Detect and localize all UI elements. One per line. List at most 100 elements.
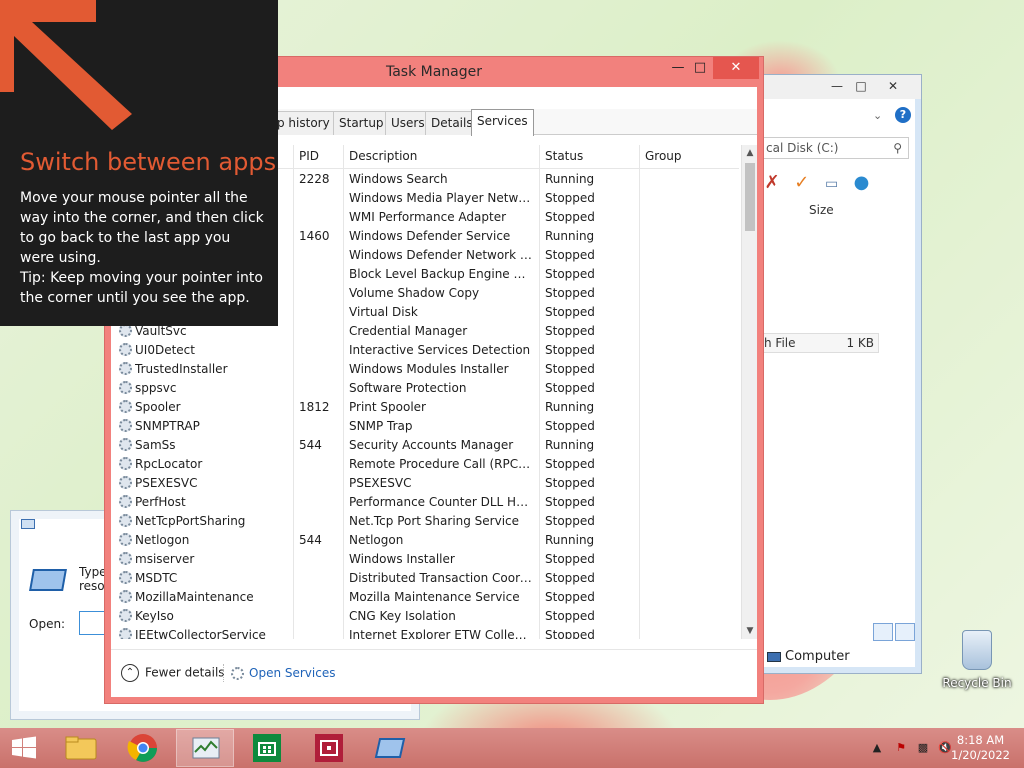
windows-logo-icon <box>12 736 36 759</box>
computer-label: Computer <box>785 649 850 664</box>
clock[interactable]: 8:18 AM 1/20/2022 <box>951 733 1010 763</box>
service-name: Spooler <box>135 400 181 414</box>
properties-icon[interactable]: ▭ <box>819 172 845 196</box>
store-icon <box>253 734 281 762</box>
table-row[interactable]: PerfHost Performance Counter DLL Host Stop… <box>111 493 739 512</box>
file-row[interactable]: h File 1 KB <box>759 333 879 353</box>
address-bar[interactable]: cal Disk (C:) ⚲ <box>759 137 909 159</box>
minimize-button[interactable]: — <box>825 77 849 95</box>
address-text: cal Disk (C:) <box>766 141 839 155</box>
file-explorer-window[interactable]: — □ ✕ ⌄ ? cal Disk (C:) ⚲ ✗ ✓ ▭ ● Size h… <box>750 74 922 674</box>
service-status: Stopped <box>545 362 595 376</box>
open-services-link[interactable]: Open Services <box>231 666 335 680</box>
close-button[interactable]: ✕ <box>881 77 905 95</box>
service-name: PerfHost <box>135 495 186 509</box>
table-row[interactable]: KeyIso CNG Key Isolation Stopped <box>111 607 739 626</box>
service-status: Stopped <box>545 267 595 281</box>
table-row[interactable]: Netlogon 544 Netlogon Running <box>111 531 739 550</box>
table-row[interactable]: SNMPTRAP SNMP Trap Stopped <box>111 417 739 436</box>
close-button[interactable]: ✕ <box>713 57 759 79</box>
taskbar-media-app[interactable] <box>300 729 358 767</box>
service-name: IEEtwCollectorService <box>135 628 266 639</box>
open-services-label: Open Services <box>249 666 336 680</box>
service-gear-icon <box>119 514 132 527</box>
column-header-status[interactable]: Status <box>545 149 583 163</box>
explorer-titlebar[interactable]: — □ ✕ <box>751 75 921 99</box>
service-status: Running <box>545 438 595 452</box>
column-header-size[interactable]: Size <box>809 203 834 217</box>
table-row[interactable]: SamSs 544 Security Accounts Manager Running <box>111 436 739 455</box>
service-name: MSDTC <box>135 571 178 585</box>
table-row[interactable]: Spooler 1812 Print Spooler Running <box>111 398 739 417</box>
service-name: VaultSvc <box>135 324 187 338</box>
taskbar-chrome[interactable] <box>114 729 172 767</box>
service-name: KeyIso <box>135 609 174 623</box>
task-manager-icon <box>192 737 220 759</box>
globe-icon[interactable]: ● <box>848 171 874 195</box>
table-row[interactable]: UI0Detect Interactive Services Detection S… <box>111 341 739 360</box>
service-gear-icon <box>119 419 132 432</box>
table-row[interactable]: MozillaMaintenance Mozilla Maintenance Se… <box>111 588 739 607</box>
gear-icon <box>231 667 244 680</box>
network-icon[interactable]: ▩ <box>916 741 930 755</box>
help-icon[interactable]: ? <box>895 107 911 123</box>
checkmark-icon[interactable]: ✓ <box>789 171 815 195</box>
taskbar-file-explorer[interactable] <box>52 729 110 767</box>
table-row[interactable]: NetTcpPortSharing Net.Tcp Port Sharing Se… <box>111 512 739 531</box>
show-hidden-icons-icon[interactable]: ▲ <box>870 741 884 755</box>
maximize-button[interactable]: □ <box>849 77 873 95</box>
table-row[interactable]: MSDTC Distributed Transaction Coordin... S… <box>111 569 739 588</box>
recycle-bin[interactable]: Recycle Bin <box>942 630 1012 690</box>
taskbar-run[interactable] <box>362 729 420 767</box>
service-status: Stopped <box>545 590 595 604</box>
scroll-thumb[interactable] <box>745 163 755 231</box>
table-row[interactable]: PSEXESVC PSEXESVC Stopped <box>111 474 739 493</box>
recycle-bin-label: Recycle Bin <box>942 676 1012 690</box>
table-row[interactable]: sppsvc Software Protection Stopped <box>111 379 739 398</box>
tip-hint: Tip: Keep moving your pointer into the c… <box>20 270 263 306</box>
table-row[interactable]: IEEtwCollectorService Internet Explorer E… <box>111 626 739 639</box>
service-status: Stopped <box>545 628 595 639</box>
service-status: Stopped <box>545 457 595 471</box>
clock-date: 1/20/2022 <box>951 748 1010 762</box>
scroll-down-icon[interactable]: ▼ <box>742 623 757 639</box>
tab-app-history[interactable]: p history <box>271 111 336 135</box>
recycle-bin-icon <box>962 630 992 670</box>
scroll-up-icon[interactable]: ▲ <box>742 145 757 161</box>
fewer-details-button[interactable]: ⌃ Fewer details <box>121 664 225 682</box>
column-header-group[interactable]: Group <box>645 149 682 163</box>
large-icons-view-icon[interactable] <box>895 623 915 641</box>
tab-startup[interactable]: Startup <box>333 111 390 135</box>
column-header-pid[interactable]: PID <box>299 149 319 163</box>
table-row[interactable]: TrustedInstaller Windows Modules Installe… <box>111 360 739 379</box>
computer-icon <box>767 651 781 662</box>
search-icon[interactable]: ⚲ <box>893 141 902 155</box>
start-button[interactable] <box>0 728 48 768</box>
file-size: 1 KB <box>846 336 874 350</box>
table-row[interactable]: msiserver Windows Installer Stopped <box>111 550 739 569</box>
service-name: RpcLocator <box>135 457 203 471</box>
service-status: Running <box>545 400 595 414</box>
details-view-icon[interactable] <box>873 623 893 641</box>
service-description: Print Spooler <box>349 400 426 414</box>
service-status: Running <box>545 229 595 243</box>
service-description: Windows Media Player Network ... <box>349 191 533 205</box>
vertical-scrollbar[interactable]: ▲ ▼ <box>741 145 757 639</box>
maximize-button[interactable]: □ <box>685 57 715 79</box>
explorer-toolbar: ✗ ✓ ▭ ● <box>759 171 909 197</box>
tab-users[interactable]: Users <box>385 111 431 135</box>
taskbar-task-manager[interactable] <box>176 729 234 767</box>
service-gear-icon <box>119 438 132 451</box>
table-row[interactable]: RpcLocator Remote Procedure Call (RPC) Lo… <box>111 455 739 474</box>
fewer-details-label: Fewer details <box>145 665 225 680</box>
taskbar-store[interactable] <box>238 729 296 767</box>
service-pid: 544 <box>299 438 322 452</box>
service-description: Performance Counter DLL Host <box>349 495 533 509</box>
column-header-description[interactable]: Description <box>349 149 417 163</box>
nav-item-computer[interactable]: Computer <box>767 649 850 664</box>
action-center-icon[interactable]: ⚑ <box>894 741 908 755</box>
tip-title: Switch between apps <box>20 148 277 176</box>
tab-services[interactable]: Services <box>471 109 534 136</box>
chevron-down-icon[interactable]: ⌄ <box>873 109 882 122</box>
volume-icon[interactable]: 🔇 <box>938 741 952 755</box>
